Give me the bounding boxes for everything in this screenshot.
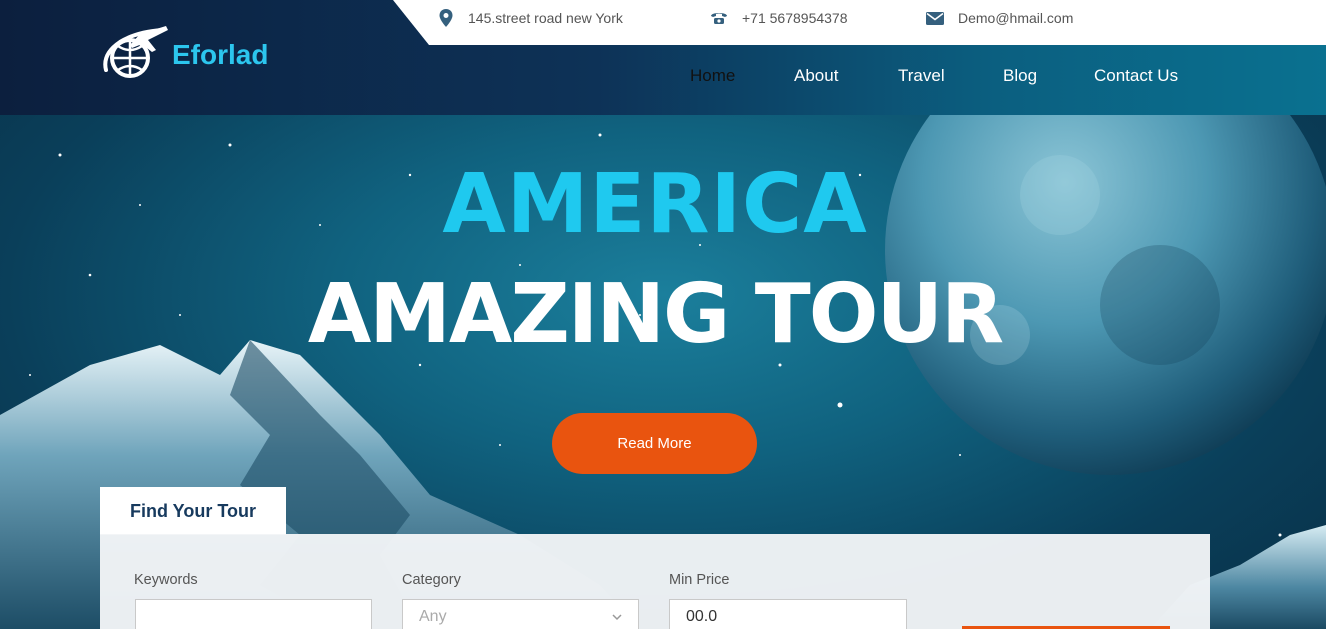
hero-title-line2: AMAZING TOUR: [307, 267, 1004, 362]
nav-item-blog[interactable]: Blog: [1003, 66, 1037, 86]
find-tour-tab[interactable]: Find Your Tour: [100, 487, 286, 535]
chevron-down-icon: [612, 608, 622, 626]
contact-email: Demo@hmail.com: [926, 0, 1073, 36]
phone-icon: [710, 11, 728, 25]
hero-title-line1: AMERICA: [442, 157, 868, 252]
contact-email-text: Demo@hmail.com: [958, 10, 1074, 26]
nav-item-home[interactable]: Home: [690, 66, 735, 86]
read-more-button[interactable]: Read More: [552, 413, 757, 474]
location-pin-icon: [438, 9, 454, 27]
category-label: Category: [402, 572, 461, 588]
contact-address: 145.street road new York: [438, 0, 623, 36]
contact-phone-text: +71 5678954378: [742, 10, 848, 26]
min-price-label: Min Price: [669, 572, 730, 588]
nav-item-contact-us[interactable]: Contact Us: [1094, 66, 1178, 86]
contact-address-text: 145.street road new York: [468, 10, 623, 26]
keywords-input[interactable]: [135, 599, 372, 629]
keywords-label: Keywords: [134, 572, 198, 588]
main-nav: Home About Travel Blog Contact Us: [0, 66, 1326, 94]
tour-finder-panel: Keywords Category Any Min Price 00.0: [100, 534, 1210, 629]
nav-item-travel[interactable]: Travel: [898, 66, 945, 86]
min-price-input[interactable]: 00.0: [669, 599, 907, 629]
hero-banner: AMERICA AMAZING TOUR Read More Find Your…: [0, 115, 1326, 629]
envelope-icon: [926, 11, 944, 25]
site-header: 145.street road new York +71 5678954378 …: [0, 0, 1326, 115]
category-select[interactable]: Any: [402, 599, 639, 629]
category-select-value: Any: [419, 608, 447, 625]
contact-phone: +71 5678954378: [710, 0, 848, 36]
nav-item-about[interactable]: About: [794, 66, 838, 86]
